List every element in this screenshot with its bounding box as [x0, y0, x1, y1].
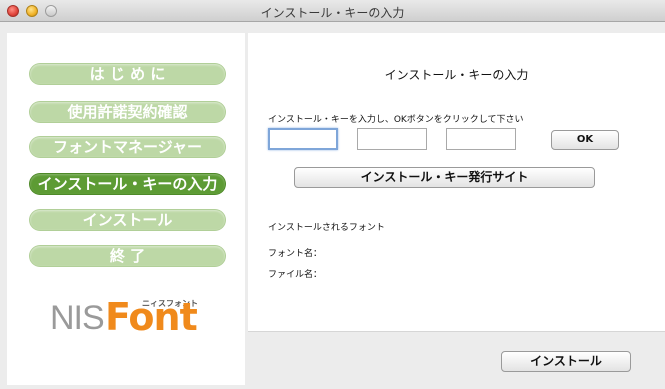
- install-button[interactable]: インストール: [501, 351, 631, 372]
- install-key-field-3[interactable]: [446, 128, 516, 150]
- sidebar-item-font-manager[interactable]: フォントマネージャー: [30, 137, 225, 157]
- sidebar-item-quit[interactable]: 終 了: [30, 246, 225, 266]
- sidebar-item-install[interactable]: インストール: [30, 210, 225, 230]
- installed-fonts-heading: インストールされるフォント: [268, 223, 385, 233]
- sidebar-item-install-key[interactable]: インストール・キーの入力: [30, 174, 225, 194]
- title-bar[interactable]: インストール・キーの入力: [0, 0, 665, 22]
- sidebar-item-introduction[interactable]: は じ め に: [30, 64, 225, 84]
- installer-window: インストール・キーの入力 は じ め に 使用許諾契約確認 フォントマネージャー…: [0, 0, 665, 389]
- file-name-label: ファイル名：: [268, 270, 323, 280]
- font-name-label: フォント名：: [268, 249, 323, 259]
- install-key-field-1[interactable]: [268, 128, 338, 150]
- sidebar: は じ め に 使用許諾契約確認 フォントマネージャー インストール・キーの入力…: [7, 33, 245, 385]
- ok-button[interactable]: OK: [551, 130, 619, 150]
- logo-nis-text: NIS: [50, 299, 105, 337]
- window-title: インストール・キーの入力: [260, 6, 405, 20]
- sidebar-item-license-agreement[interactable]: 使用許諾契約確認: [30, 102, 225, 122]
- install-key-field-2[interactable]: [357, 128, 427, 150]
- main-panel: インストール・キーの入力 インストール・キーを入力し、OKボタンをクリックして下…: [248, 33, 665, 332]
- page-title: インストール・キーの入力: [384, 68, 529, 82]
- install-key-site-button[interactable]: インストール・キー発行サイト: [294, 167, 595, 188]
- instruction-text: インストール・キーを入力し、OKボタンをクリックして下さい: [268, 115, 524, 125]
- logo-font-text: Font: [105, 295, 198, 339]
